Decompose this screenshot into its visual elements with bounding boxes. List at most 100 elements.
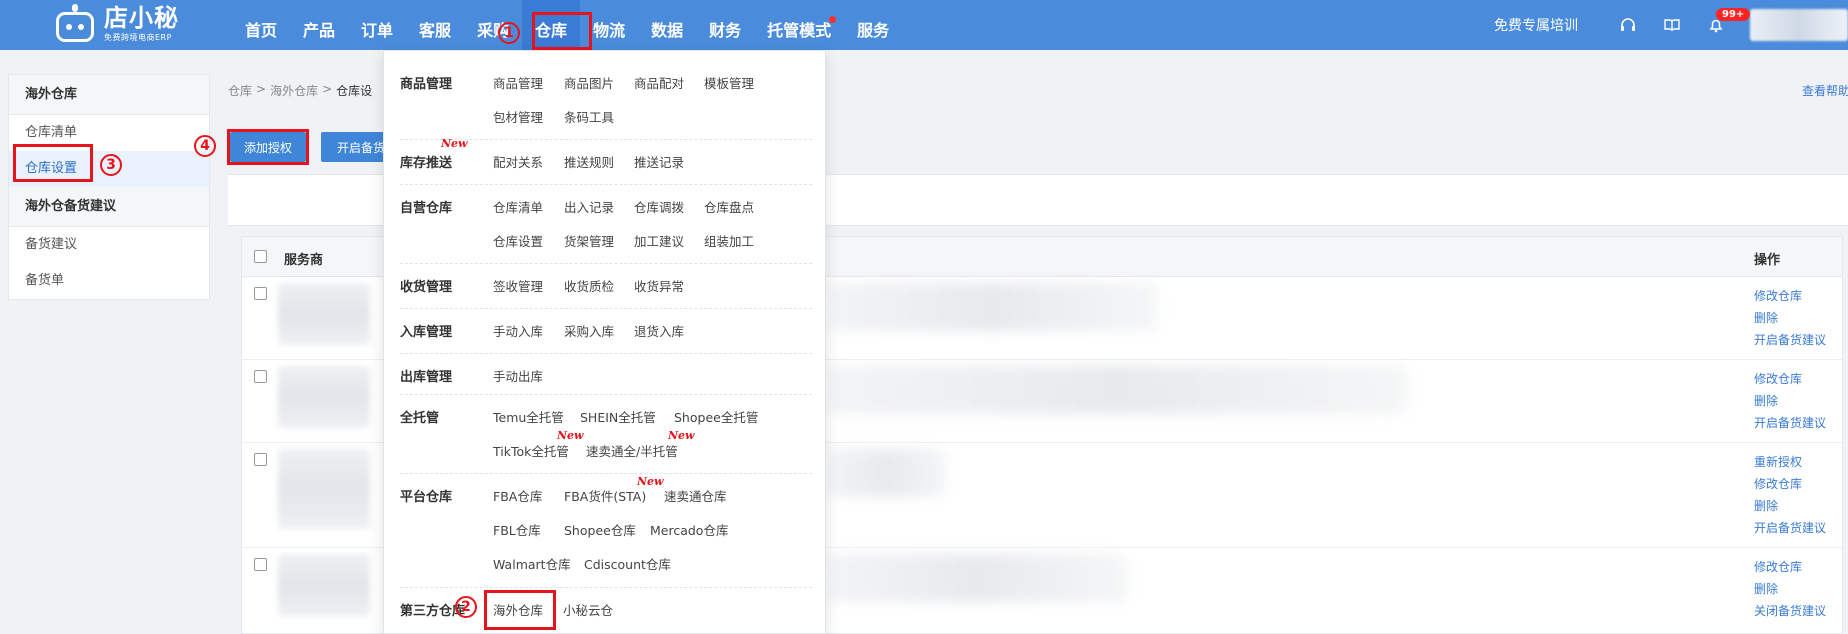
nav-data[interactable]: 数据 [638,0,696,50]
edit-warehouse-link[interactable]: 修改仓库 [1754,556,1826,578]
menu-item-goods-manage[interactable]: 商品管理 [493,73,543,92]
menu-group-receiving: 收货管理 [400,280,453,295]
row-checkbox[interactable] [254,453,267,466]
row-checkbox[interactable] [254,370,267,383]
menu-item-warehouse-settings[interactable]: 仓库设置 [493,231,543,250]
nav-orders[interactable]: 订单 [348,0,406,50]
annotation-box-warehouse-nav [532,12,592,50]
nav-managed-mode[interactable]: 托管模式 [754,0,844,50]
sidebar-group-overseas-warehouse: 海外仓库 [9,75,209,115]
nav-finance[interactable]: 财务 [696,0,754,50]
menu-item-purchase-inbound[interactable]: 采购入库 [564,321,614,340]
row-operations: 修改仓库 删除 开启备货建议 [1754,368,1826,434]
menu-item-receive-exception[interactable]: 收货异常 [634,276,684,295]
free-training-link[interactable]: 免费专属培训 [1494,15,1578,35]
menu-item-warehouse-list[interactable]: 仓库清单 [493,197,543,216]
nav-customer-service[interactable]: 客服 [406,0,464,50]
edit-warehouse-link[interactable]: 修改仓库 [1754,473,1826,495]
menu-item-signoff[interactable]: 签收管理 [493,276,543,295]
menu-group-platform-warehouse: 平台仓库 [400,490,453,505]
menu-item-cdiscount-warehouse[interactable]: Cdiscount仓库 [584,554,671,573]
menu-item-tiktok-managed[interactable]: TikTok全托管 [493,441,569,460]
nav-products[interactable]: 产品 [290,0,348,50]
menu-item-fbl-warehouse[interactable]: FBL仓库 [493,520,541,539]
help-link[interactable]: 查看帮助 [1802,82,1848,99]
robot-logo-icon [52,4,98,44]
headset-icon[interactable] [1618,15,1638,35]
nav-service[interactable]: 服务 [844,0,902,50]
menu-item-match-relation[interactable]: 配对关系 [493,152,543,171]
menu-item-walmart-warehouse[interactable]: Walmart仓库 [493,554,571,573]
breadcrumb-separator: > [322,82,333,96]
delete-link[interactable]: 删除 [1754,307,1826,329]
notification-count-badge: 99+ [1716,8,1751,21]
menu-item-shopee-warehouse[interactable]: Shopee仓库 [564,520,636,539]
row-operations: 修改仓库 删除 开启备货建议 [1754,285,1826,351]
breadcrumb-current: 仓库设 [336,84,373,98]
menu-item-push-rules[interactable]: 推送规则 [564,152,614,171]
menu-item-barcode-tool[interactable]: 条码工具 [564,107,614,126]
blurred-row-content [827,283,1157,331]
enable-stock-suggestion-link[interactable]: 开启备货建议 [1754,329,1826,351]
row-operations: 重新授权 修改仓库 删除 开启备货建议 [1754,451,1826,539]
annotation-box-add-authorization [227,129,309,165]
menu-item-warehouse-stocktake[interactable]: 仓库盘点 [704,197,754,216]
nav-managed-mode-label: 托管模式 [767,21,832,40]
menu-item-assembly[interactable]: 组装加工 [704,231,754,250]
blurred-provider-logo [278,366,370,428]
menu-item-xiaomi-cloud[interactable]: 小秘云仓 [563,600,613,619]
blurred-provider-logo [278,449,370,529]
menu-item-inout-records[interactable]: 出入记录 [564,197,614,216]
disable-stock-suggestion-link[interactable]: 关闭备货建议 [1754,600,1826,622]
blurred-row-content [827,449,947,497]
menu-item-fba-warehouse[interactable]: FBA仓库 [493,486,542,505]
edit-warehouse-link[interactable]: 修改仓库 [1754,368,1826,390]
menu-separator [400,473,812,474]
nav-home[interactable]: 首页 [232,0,290,50]
sidebar-item-stock-suggestion[interactable]: 备货建议 [9,227,209,263]
new-tag: New [441,137,468,150]
menu-item-receive-qc[interactable]: 收货质检 [564,276,614,295]
logo[interactable]: 店小秘 免费跨境电商ERP [52,4,179,44]
menu-item-mercado-warehouse[interactable]: Mercado仓库 [650,520,728,539]
delete-link[interactable]: 删除 [1754,495,1826,517]
menu-item-warehouse-transfer[interactable]: 仓库调拨 [634,197,684,216]
annotation-number-2: 2 [455,596,477,618]
menu-item-shelf-manage[interactable]: 货架管理 [564,231,614,250]
menu-item-push-records[interactable]: 推送记录 [634,152,684,171]
row-checkbox[interactable] [254,287,267,300]
breadcrumb: 仓库 > 海外仓库 > 仓库设 [228,82,376,99]
sidebar-item-stock-order[interactable]: 备货单 [9,263,209,299]
menu-item-goods-match[interactable]: 商品配对 [634,73,684,92]
row-operations: 修改仓库 删除 关闭备货建议 [1754,556,1826,622]
edit-warehouse-link[interactable]: 修改仓库 [1754,285,1826,307]
enable-stock-suggestion-link[interactable]: 开启备货建议 [1754,517,1826,539]
menu-separator [400,263,812,264]
menu-item-aliexpress-managed[interactable]: 速卖通全/半托管 [586,441,678,460]
menu-item-packaging[interactable]: 包材管理 [493,107,543,126]
menu-item-shopee-managed[interactable]: Shopee全托管 [674,407,758,426]
delete-link[interactable]: 删除 [1754,390,1826,412]
menu-item-manual-outbound[interactable]: 手动出库 [493,366,543,385]
menu-item-processing-suggest[interactable]: 加工建议 [634,231,684,250]
enable-stock-suggestion-link[interactable]: 开启备货建议 [1754,412,1826,434]
user-account-avatar[interactable] [1750,9,1848,41]
book-icon[interactable] [1662,15,1682,35]
delete-link[interactable]: 删除 [1754,578,1826,600]
menu-item-temu-managed[interactable]: Temu全托管 [493,407,564,426]
reauthorize-link[interactable]: 重新授权 [1754,451,1826,473]
menu-item-manual-inbound[interactable]: 手动入库 [493,321,543,340]
menu-item-aliexpress-warehouse[interactable]: 速卖通仓库 [664,486,727,505]
column-header-provider: 服务商 [284,253,324,268]
menu-separator [400,587,812,588]
menu-item-return-inbound[interactable]: 退货入库 [634,321,684,340]
menu-item-fba-sta[interactable]: FBA货件(STA) [564,486,646,505]
notification-dot-icon [829,16,837,23]
breadcrumb-overseas[interactable]: 海外仓库 [270,82,318,99]
menu-item-goods-images[interactable]: 商品图片 [564,73,614,92]
menu-item-shein-managed[interactable]: SHEIN全托管 [580,407,656,426]
breadcrumb-warehouse[interactable]: 仓库 [228,82,252,99]
select-all-checkbox[interactable] [254,250,267,263]
menu-item-template-manage[interactable]: 模板管理 [704,73,754,92]
row-checkbox[interactable] [254,558,267,571]
